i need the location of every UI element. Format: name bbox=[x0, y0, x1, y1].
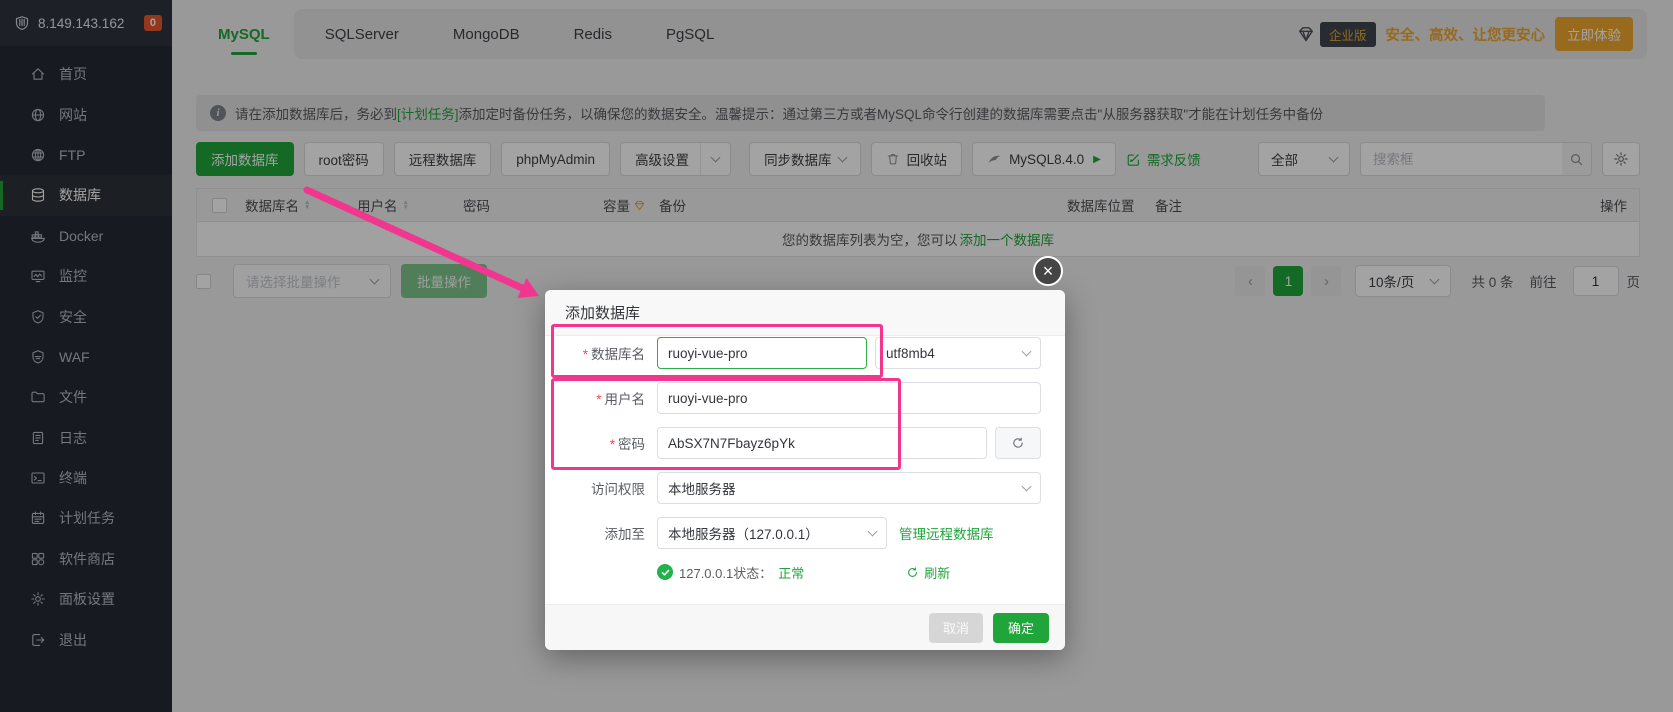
username-row: * 用户名 bbox=[545, 382, 1041, 414]
dbname-input[interactable] bbox=[657, 337, 867, 369]
status-value: 正常 bbox=[778, 563, 804, 582]
modal-title: 添加数据库 bbox=[545, 290, 1065, 336]
modal-body: *数据库名 utf8mb4 *用户名 *密码 访问权限 本地服务器 添加至 本地… bbox=[545, 336, 1065, 582]
access-row: 访问权限 本地服务器 bbox=[545, 472, 1041, 504]
cancel-button[interactable]: 取消 bbox=[929, 613, 983, 643]
confirm-button[interactable]: 确定 bbox=[993, 613, 1049, 643]
refresh-icon bbox=[1011, 436, 1025, 450]
required-mark: * bbox=[583, 347, 588, 362]
target-row: 添加至 本地服务器（127.0.0.1） 管理远程数据库 bbox=[545, 517, 1041, 549]
regenerate-password-button[interactable] bbox=[995, 427, 1041, 459]
required-mark: * bbox=[596, 392, 601, 407]
username-input[interactable] bbox=[657, 382, 1041, 414]
dbname-row: *数据库名 utf8mb4 bbox=[545, 337, 1041, 369]
chevron-down-icon bbox=[1022, 346, 1032, 356]
password-row: *密码 bbox=[545, 427, 1041, 459]
refresh-status-link[interactable]: 刷新 bbox=[906, 563, 950, 582]
add-database-modal: × 添加数据库 *数据库名 utf8mb4 *用户名 *密码 访问权限 本地服务… bbox=[545, 290, 1065, 650]
modal-footer: 取消 确定 bbox=[545, 604, 1065, 650]
charset-select[interactable]: utf8mb4 bbox=[875, 337, 1041, 369]
password-input[interactable] bbox=[657, 427, 987, 459]
chevron-down-icon bbox=[868, 526, 878, 536]
manage-remote-db-link[interactable]: 管理远程数据库 bbox=[899, 523, 994, 543]
access-label: 访问权限 bbox=[545, 478, 657, 498]
status-text: 127.0.0.1状态： bbox=[679, 563, 772, 582]
dbname-label: 数据库名 bbox=[591, 347, 645, 362]
required-mark: * bbox=[610, 437, 615, 452]
modal-close-button[interactable]: × bbox=[1033, 256, 1063, 286]
username-label: 用户名 bbox=[605, 392, 646, 407]
check-circle-icon bbox=[657, 564, 673, 580]
refresh-icon bbox=[906, 566, 919, 579]
target-server-select[interactable]: 本地服务器（127.0.0.1） bbox=[657, 517, 887, 549]
server-status-row: 127.0.0.1状态： 正常 刷新 bbox=[657, 562, 1041, 582]
password-label: 密码 bbox=[618, 437, 645, 452]
access-select[interactable]: 本地服务器 bbox=[657, 472, 1041, 504]
chevron-down-icon bbox=[1022, 481, 1032, 491]
target-label: 添加至 bbox=[545, 523, 657, 543]
